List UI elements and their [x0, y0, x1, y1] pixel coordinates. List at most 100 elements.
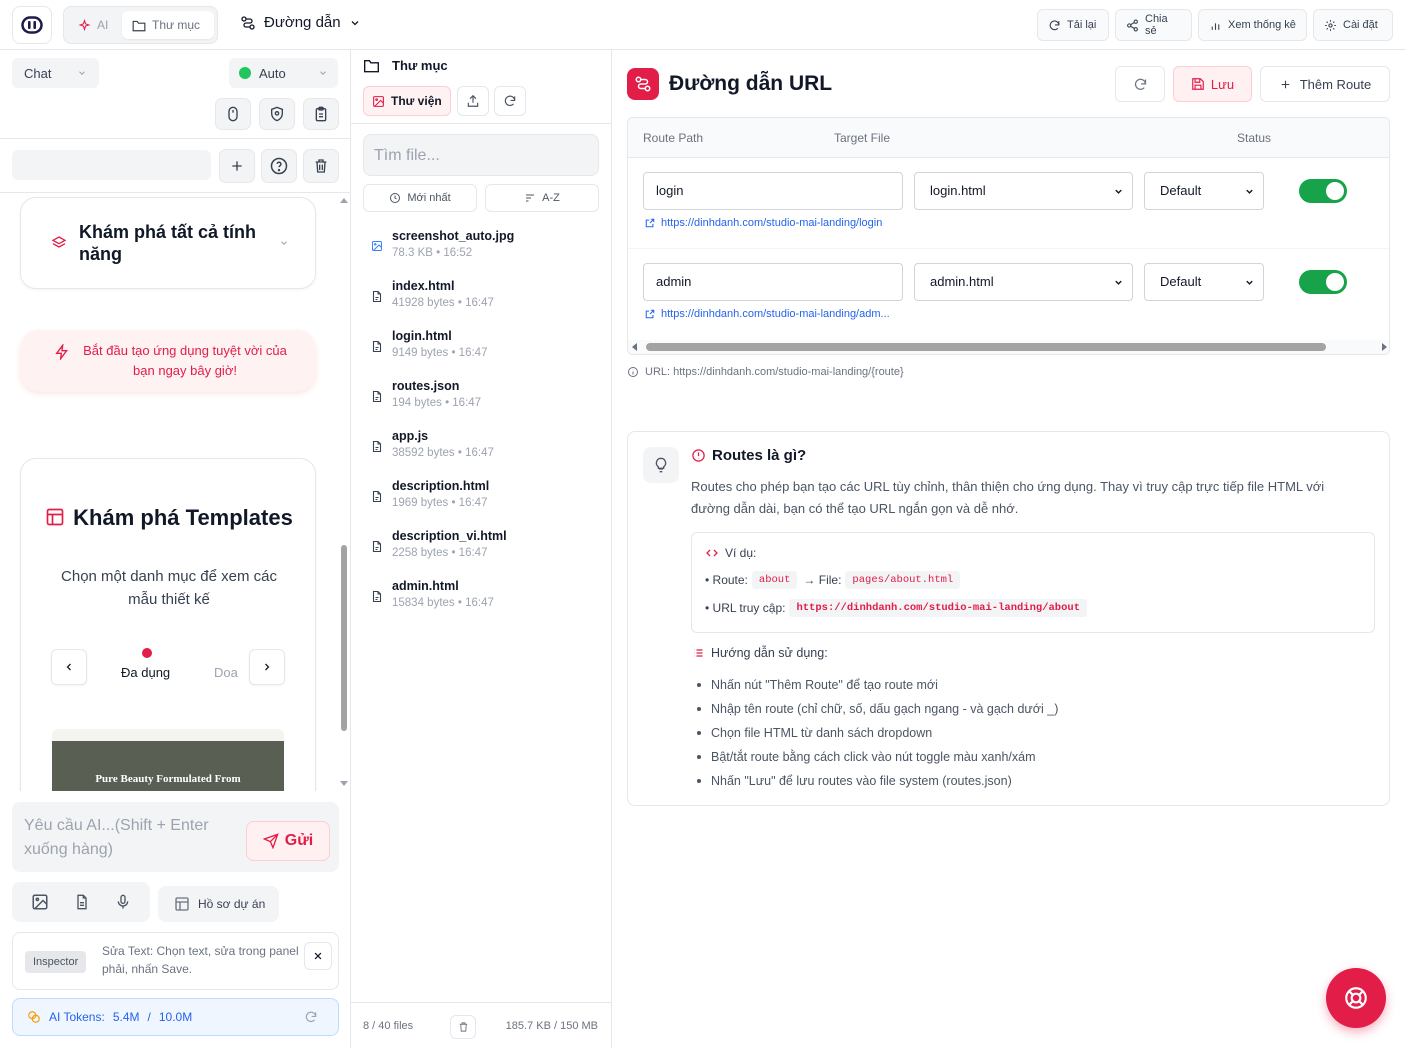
- file-item[interactable]: admin.html 15834 bytes • 16:47: [351, 576, 611, 626]
- chat-select[interactable]: Chat: [12, 58, 99, 88]
- target-file-value: login.html: [930, 183, 986, 198]
- route-path-input[interactable]: login: [643, 172, 903, 210]
- clear-files-button[interactable]: [450, 1015, 476, 1039]
- support-fab-button[interactable]: [1326, 968, 1386, 1028]
- file-item[interactable]: description_vi.html 2258 bytes • 16:47: [351, 526, 611, 576]
- stats-button[interactable]: Xem thống kê: [1198, 9, 1307, 41]
- templates-title-text: Khám phá Templates: [73, 505, 293, 530]
- file-meta: 78.3 KB • 16:52: [392, 247, 473, 259]
- category-tab-active[interactable]: Đa dụng: [121, 665, 170, 680]
- reload-button[interactable]: Tải lại: [1037, 9, 1109, 41]
- refresh-routes-button[interactable]: [1115, 66, 1165, 102]
- template-thumbnail[interactable]: Pure Beauty Formulated From: [52, 729, 284, 791]
- inspector-close-button[interactable]: [304, 942, 332, 970]
- feature-card[interactable]: Khám phá tất cả tính năng: [20, 197, 316, 289]
- refresh-icon[interactable]: [304, 1010, 318, 1024]
- save-label: Lưu: [1210, 76, 1235, 92]
- lightbulb-icon: [643, 447, 679, 483]
- route-mode-select[interactable]: Default: [1144, 172, 1264, 210]
- scrollbar-thumb[interactable]: [646, 343, 1326, 351]
- active-category-dot: [142, 648, 152, 658]
- file-item[interactable]: screenshot_auto.jpg 78.3 KB • 16:52: [351, 226, 611, 276]
- settings-button[interactable]: Cài đặt: [1313, 9, 1393, 41]
- column-target-file: Target File: [834, 131, 891, 145]
- info-icon: [627, 366, 639, 378]
- sort-az-button[interactable]: A-Z: [485, 184, 599, 212]
- route-enabled-toggle[interactable]: [1299, 179, 1347, 203]
- chat-composer[interactable]: Yêu cầu AI...(Shift + Enter xuống hàng) …: [12, 802, 339, 872]
- layout-icon: [174, 896, 190, 912]
- route-path-input[interactable]: admin: [643, 263, 903, 301]
- mode-folder-tab[interactable]: Thư mục: [122, 11, 214, 39]
- upload-button[interactable]: [457, 86, 489, 116]
- folder-icon: [363, 58, 380, 73]
- settings-label: Cài đặt: [1343, 19, 1378, 31]
- chat-scrollbar[interactable]: [338, 193, 350, 791]
- logo-icon: [21, 16, 43, 34]
- save-button[interactable]: Lưu: [1173, 66, 1252, 102]
- ai-tokens-bar: AI Tokens: 5.4M / 10.0M: [12, 998, 339, 1036]
- file-icon: [371, 440, 383, 453]
- model-select[interactable]: Auto: [229, 58, 338, 88]
- target-file-select[interactable]: admin.html: [914, 263, 1133, 301]
- route-url-link[interactable]: https://dinhdanh.com/studio-mai-landing/…: [645, 217, 905, 229]
- route-enabled-toggle[interactable]: [1299, 270, 1347, 294]
- info-title-text: Routes là gì?: [712, 447, 807, 464]
- routes-editor: Đường dẫn URL Lưu Thêm Route Route Path …: [612, 50, 1406, 1048]
- table-header: Route Path Target File Status: [628, 118, 1389, 158]
- chat-name-input[interactable]: [12, 150, 211, 180]
- file-search-input[interactable]: Tìm file...: [363, 134, 599, 176]
- security-button[interactable]: [259, 98, 295, 130]
- templates-next-button[interactable]: [249, 649, 285, 685]
- route-mode-select[interactable]: Default: [1144, 263, 1264, 301]
- table-horizontal-scrollbar[interactable]: [628, 340, 1389, 354]
- file-item[interactable]: app.js 38592 bytes • 16:47: [351, 426, 611, 476]
- image-icon[interactable]: [31, 893, 49, 911]
- send-icon: [262, 833, 279, 849]
- lightning-icon: [54, 344, 70, 360]
- templates-prev-button[interactable]: [51, 649, 87, 685]
- file-item[interactable]: routes.json 194 bytes • 16:47: [351, 376, 611, 426]
- microphone-icon[interactable]: [115, 893, 131, 911]
- category-tab-next[interactable]: Doa: [214, 665, 238, 680]
- url-pattern-text: URL: https://dinhdanh.com/studio-mai-lan…: [645, 366, 904, 378]
- gear-icon: [1324, 19, 1337, 32]
- chat-scroll-area[interactable]: Khám phá tất cả tính năng Bắt đầu tạo ứn…: [0, 193, 337, 791]
- help-button[interactable]: [261, 149, 297, 183]
- file-item[interactable]: login.html 9149 bytes • 16:47: [351, 326, 611, 376]
- document-icon[interactable]: [74, 893, 90, 911]
- sort-newest-button[interactable]: Mới nhất: [363, 184, 477, 212]
- app-logo[interactable]: [12, 6, 52, 44]
- file-icon: [371, 540, 383, 553]
- shield-icon: [269, 105, 285, 123]
- refresh-icon: [1133, 77, 1148, 92]
- refresh-files-button[interactable]: [494, 86, 526, 116]
- tokens-used: 5.4M: [112, 1010, 140, 1024]
- project-profile-button[interactable]: Hồ sơ dự án: [158, 886, 279, 922]
- save-icon: [1191, 77, 1205, 91]
- clipboard-button[interactable]: [303, 98, 339, 130]
- file-panel-header: Thư mục: [363, 58, 448, 73]
- route-url-link[interactable]: https://dinhdanh.com/studio-mai-landing/…: [645, 308, 905, 320]
- new-chat-button[interactable]: [219, 149, 255, 183]
- chevron-down-icon: [77, 68, 87, 78]
- library-button[interactable]: Thư viện: [363, 86, 451, 116]
- start-cta-button[interactable]: Bắt đầu tạo ứng dụng tuyệt vời của bạn n…: [20, 330, 316, 392]
- file-item[interactable]: description.html 1969 bytes • 16:47: [351, 476, 611, 526]
- refresh-icon: [1048, 19, 1061, 32]
- add-route-button[interactable]: Thêm Route: [1260, 66, 1390, 102]
- delete-chat-button[interactable]: [303, 149, 339, 183]
- guide-header: Hướng dẫn sử dụng:: [691, 646, 828, 660]
- send-button[interactable]: Gửi: [246, 821, 330, 861]
- file-icon: [371, 590, 383, 603]
- path-selector[interactable]: Đường dẫn: [240, 14, 361, 31]
- share-button[interactable]: Chia sẻ: [1115, 9, 1192, 41]
- example-route-label: • Route:: [705, 573, 748, 587]
- scrollbar-graphic: [340, 198, 348, 786]
- feature-card-title: Khám phá tất cả tính năng: [79, 222, 257, 264]
- mode-ai-tab[interactable]: AI: [72, 11, 120, 39]
- mouse-button[interactable]: [215, 98, 251, 130]
- file-icon: [371, 490, 383, 503]
- target-file-select[interactable]: login.html: [914, 172, 1133, 210]
- file-item[interactable]: index.html 41928 bytes • 16:47: [351, 276, 611, 326]
